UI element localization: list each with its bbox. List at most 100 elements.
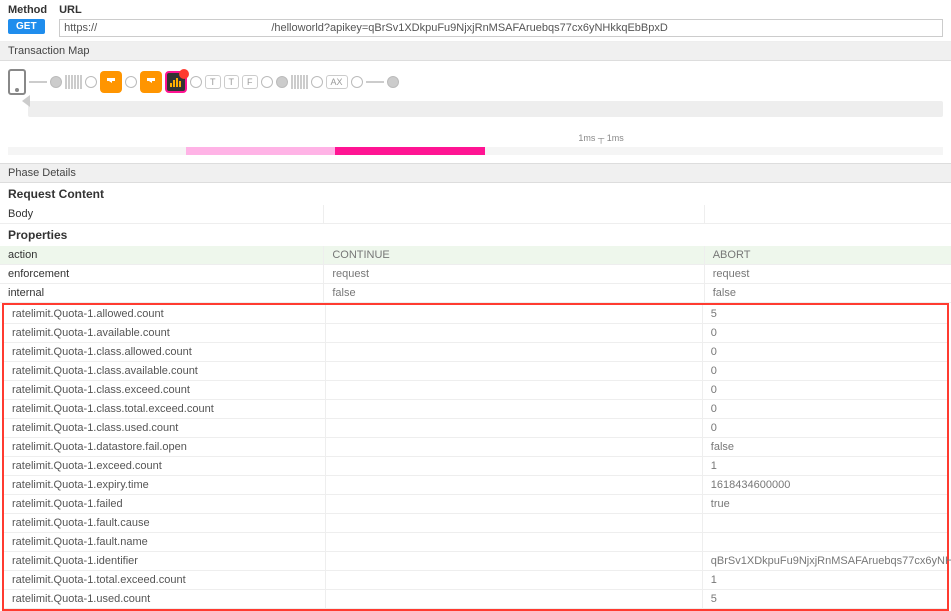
prop-val-request [325,438,702,456]
property-row: actionCONTINUEABORT [0,246,951,265]
body-row: Body [0,205,951,224]
prop-val-request: false [323,284,703,302]
flow-node[interactable] [85,76,97,88]
transaction-map-title: Transaction Map [0,42,951,61]
prop-val-request: request [323,265,703,283]
flow-node[interactable] [50,76,62,88]
flow-pill-ax[interactable]: AX [326,75,348,89]
request-content-header: Request Content [0,183,951,205]
prop-val-request [325,571,702,589]
properties-header: Properties [0,224,951,246]
flow-node[interactable] [387,76,399,88]
property-row: ratelimit.Quota-1.expiry.time 16184346000… [4,476,947,495]
prop-key: ratelimit.Quota-1.class.available.count [4,362,325,380]
prop-val-response: 1 [702,457,947,475]
flow-node[interactable] [351,76,363,88]
property-row: ratelimit.Quota-1.class.exceed.count 0 [4,381,947,400]
property-row: ratelimit.Quota-1.datastore.fail.open fal… [4,438,947,457]
property-row: internalfalsefalse [0,284,951,303]
timeline-segment [485,147,943,155]
prop-key: ratelimit.Quota-1.exceed.count [4,457,325,475]
timeline-segment [186,147,336,155]
prop-val-response: false [702,438,947,456]
url-input[interactable] [59,19,943,37]
phase-details-title: Phase Details [0,163,951,183]
request-header: Method GET URL [0,0,951,42]
flow-bars-icon [65,75,82,89]
prop-key: ratelimit.Quota-1.total.exceed.count [4,571,325,589]
property-row: ratelimit.Quota-1.available.count 0 [4,324,947,343]
prop-val-response: 5 [702,590,947,608]
property-row: ratelimit.Quota-1.exceed.count 1 [4,457,947,476]
timeline-track[interactable] [8,147,943,155]
property-row: ratelimit.Quota-1.class.used.count0 [4,419,947,438]
property-row: ratelimit.Quota-1.fault.name [4,533,947,552]
prop-key: ratelimit.Quota-1.class.exceed.count [4,381,325,399]
property-row: ratelimit.Quota-1.identifier qBrSv1XDkpuF… [4,552,947,571]
prop-val-response: 0 [702,381,947,399]
client-device-icon [8,69,26,95]
property-row: ratelimit.Quota-1.allowed.count 5 [4,305,947,324]
prop-key: ratelimit.Quota-1.used.count [4,590,325,608]
prop-key: ratelimit.Quota-1.datastore.fail.open [4,438,325,456]
prop-key: internal [0,284,323,302]
prop-val-request [325,457,702,475]
flow-node[interactable] [125,76,137,88]
prop-val-request [325,400,702,418]
method-label: Method [8,4,47,16]
body-label: Body [0,205,323,223]
prop-key: ratelimit.Quota-1.class.allowed.count [4,343,325,361]
property-row: ratelimit.Quota-1.class.available.count0 [4,362,947,381]
prop-key: ratelimit.Quota-1.identifier [4,552,325,570]
prop-val-response: ABORT [704,246,951,264]
flow-pill[interactable]: F [242,75,258,89]
prop-val-request [325,362,702,380]
flow-node[interactable] [261,76,273,88]
flow-pill[interactable]: T [224,75,240,89]
prop-key: ratelimit.Quota-1.class.total.exceed.cou… [4,400,325,418]
quota-policy-icon-selected[interactable] [165,71,187,93]
prop-val-request [325,343,702,361]
flow-node[interactable] [311,76,323,88]
prop-val-response: 0 [702,343,947,361]
timeline-segment [8,147,186,155]
prop-val-response: true [702,495,947,513]
policy-icon[interactable] [140,71,162,93]
property-row: ratelimit.Quota-1.class.total.exceed.cou… [4,400,947,419]
timeline-label: 1ms ┬ 1ms [578,133,623,143]
prop-val-request [325,419,702,437]
prop-val-request: CONTINUE [323,246,703,264]
prop-key: ratelimit.Quota-1.allowed.count [4,305,325,323]
prop-key: ratelimit.Quota-1.expiry.time [4,476,325,494]
policy-icon[interactable] [100,71,122,93]
property-row: ratelimit.Quota-1.class.allowed.count 0 [4,343,947,362]
prop-key: ratelimit.Quota-1.available.count [4,324,325,342]
flow-node[interactable] [190,76,202,88]
prop-val-request [325,324,702,342]
property-row: ratelimit.Quota-1.total.exceed.count1 [4,571,947,590]
prop-val-response: false [704,284,951,302]
prop-val-request [325,514,702,532]
prop-key: ratelimit.Quota-1.failed [4,495,325,513]
prop-val-request [325,590,702,608]
prop-key: action [0,246,323,264]
flow-node[interactable] [276,76,288,88]
transaction-map: T T F AX [0,61,951,125]
property-row: ratelimit.Quota-1.failed true [4,495,947,514]
property-row: ratelimit.Quota-1.used.count 5 [4,590,947,609]
flow-pill[interactable]: T [205,75,221,89]
prop-val-response [702,514,947,532]
timeline: 1ms ┬ 1ms [0,125,951,163]
prop-val-response: 5 [702,305,947,323]
method-badge: GET [8,19,45,34]
prop-val-response: 1618434600000 [702,476,947,494]
prop-val-response: 0 [702,324,947,342]
prop-key: ratelimit.Quota-1.fault.name [4,533,325,551]
prop-val-response: request [704,265,951,283]
prop-key: enforcement [0,265,323,283]
flow-bars-icon [291,75,308,89]
prop-val-request [325,495,702,513]
url-label: URL [59,4,943,16]
prop-val-response: qBrSv1XDkpuFu9NjxjRnMSAFAruebqs77cx6yNHk… [702,552,947,570]
prop-key: ratelimit.Quota-1.class.used.count [4,419,325,437]
